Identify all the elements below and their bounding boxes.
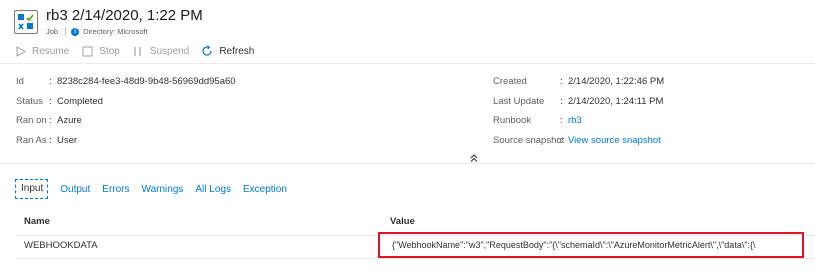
- property-ran-as: Ran As : User: [16, 134, 78, 146]
- ran-as-value: User: [57, 134, 78, 146]
- property-label: Runbook: [493, 115, 532, 127]
- ran-on-value: Azure: [57, 115, 82, 127]
- toolbar-divider: [0, 63, 815, 64]
- last-update-value: 2/14/2020, 1:24:11 PM: [568, 95, 664, 107]
- resume-button[interactable]: Resume: [14, 45, 69, 57]
- refresh-icon: [201, 45, 213, 57]
- tab-errors[interactable]: Errors: [102, 184, 129, 195]
- property-created: Created : 2/14/2020, 1:22:46 PM: [493, 76, 665, 88]
- tab-all-logs[interactable]: All Logs: [195, 184, 231, 195]
- job-tabs: Input Output Errors Warnings All Logs Ex…: [15, 178, 299, 200]
- property-last-update: Last Update : 2/14/2020, 1:24:11 PM: [493, 95, 664, 107]
- tab-output[interactable]: Output: [60, 184, 90, 195]
- job-id-value: 8238c284-fee3-48d9-9b48-56969dd95a60: [57, 76, 236, 88]
- property-label: Last Update: [493, 95, 545, 107]
- tab-warnings[interactable]: Warnings: [142, 184, 184, 195]
- resume-label: Resume: [32, 45, 70, 57]
- property-label: Source snapshot: [493, 134, 565, 146]
- stop-icon: [81, 45, 93, 57]
- column-header-name: Name: [24, 216, 50, 227]
- stop-button[interactable]: Stop: [81, 45, 120, 57]
- page-subtitle: Job i Directory: Microsoft: [46, 27, 148, 36]
- stop-label: Stop: [99, 45, 120, 57]
- status-value: Completed: [57, 95, 103, 107]
- refresh-button[interactable]: Refresh: [201, 45, 254, 57]
- table-row-divider: [16, 258, 815, 259]
- subtitle-separator: [65, 27, 67, 36]
- runbook-link[interactable]: rb3: [568, 115, 582, 126]
- property-status: Status : Completed: [16, 95, 103, 107]
- property-ran-on: Ran on : Azure: [16, 115, 82, 127]
- play-icon: [14, 45, 26, 57]
- property-id: Id : 8238c284-fee3-48d9-9b48-56969dd95a6…: [16, 76, 236, 88]
- directory-label: Directory: Microsoft: [83, 27, 148, 36]
- tab-exception[interactable]: Exception: [243, 184, 287, 195]
- essentials-right: Created : 2/14/2020, 1:22:46 PM Last Upd…: [493, 72, 664, 150]
- property-label: Status: [16, 95, 43, 107]
- property-label: Id: [16, 76, 24, 88]
- source-snapshot-link[interactable]: View source snapshot: [568, 135, 661, 146]
- pause-icon: [132, 45, 144, 57]
- suspend-label: Suspend: [149, 45, 190, 57]
- property-source-snapshot: Source snapshot : View source snapshot: [493, 134, 661, 146]
- property-label: Ran on: [16, 115, 47, 127]
- property-label: Created: [493, 76, 527, 88]
- created-value: 2/14/2020, 1:22:46 PM: [568, 76, 665, 88]
- collapse-essentials-icon[interactable]: [469, 150, 479, 162]
- property-runbook: Runbook : rb3: [493, 115, 582, 127]
- refresh-label: Refresh: [219, 45, 255, 57]
- tab-input[interactable]: Input: [15, 179, 49, 199]
- page-title: rb3 2/14/2020, 1:22 PM: [46, 7, 203, 24]
- property-label: Ran As: [16, 134, 47, 146]
- table-cell-name: WEBHOOKDATA: [24, 240, 98, 251]
- essentials-divider: [0, 163, 815, 164]
- resource-type: Job: [46, 27, 59, 36]
- suspend-button[interactable]: Suspend: [132, 45, 189, 57]
- highlighted-value-cell: {"WebhookName":"w3","RequestBody":"{\"sc…: [378, 232, 804, 258]
- command-bar: Resume Stop Suspend Refresh: [14, 42, 266, 60]
- job-icon: [14, 10, 38, 34]
- column-header-value: Value: [390, 216, 415, 227]
- table-cell-value[interactable]: {"WebhookName":"w3","RequestBody":"{\"sc…: [392, 240, 800, 250]
- essentials-left: Id : 8238c284-fee3-48d9-9b48-56969dd95a6…: [16, 72, 236, 150]
- info-icon: i: [71, 27, 80, 36]
